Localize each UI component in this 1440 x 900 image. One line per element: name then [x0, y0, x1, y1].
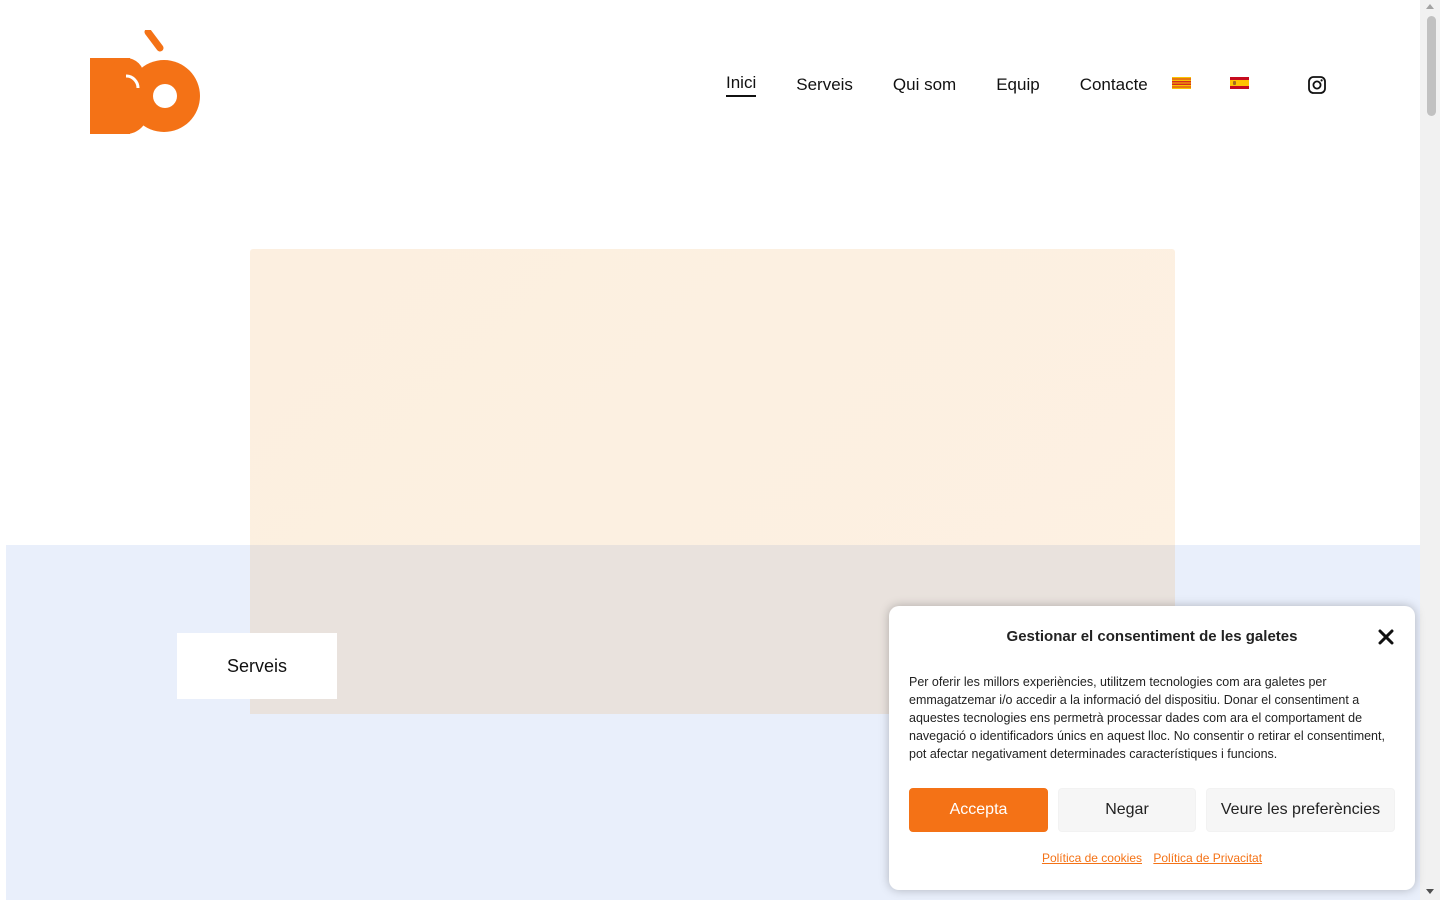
- scrollbar-thumb[interactable]: [1427, 16, 1436, 116]
- serveis-button[interactable]: Serveis: [177, 633, 337, 699]
- spanish-flag-icon[interactable]: [1230, 77, 1249, 89]
- cookie-dialog-text: Per oferir les millors experiències, uti…: [909, 675, 1385, 761]
- main-nav: Inici Serveis Qui som Equip Contacte: [726, 72, 1188, 97]
- cookie-dialog-title: Gestionar el consentiment de les galetes: [1006, 628, 1298, 645]
- scrollbar[interactable]: [1420, 0, 1440, 900]
- close-icon[interactable]: [1377, 628, 1395, 646]
- instagram-icon[interactable]: [1307, 75, 1327, 95]
- nav-item-contacte[interactable]: Contacte: [1080, 74, 1148, 96]
- privacy-policy-link[interactable]: Política de Privacitat: [1153, 851, 1262, 865]
- site-logo[interactable]: [88, 30, 204, 138]
- scroll-up-arrow-icon[interactable]: [1426, 4, 1434, 9]
- deny-button[interactable]: Negar: [1058, 788, 1196, 832]
- cookie-policy-links: Política de cookies Política de Privacit…: [889, 851, 1415, 865]
- accept-button[interactable]: Accepta: [909, 788, 1048, 832]
- nav-item-equip[interactable]: Equip: [996, 74, 1039, 96]
- nav-item-qui-som[interactable]: Qui som: [893, 74, 956, 96]
- catalan-flag-icon[interactable]: [1172, 77, 1191, 89]
- view-preferences-button[interactable]: Veure les preferències: [1206, 788, 1395, 832]
- nav-item-serveis[interactable]: Serveis: [796, 74, 853, 96]
- nav-item-inici[interactable]: Inici: [726, 72, 757, 97]
- cookie-consent-dialog: Gestionar el consentiment de les galetes…: [889, 606, 1415, 890]
- scroll-down-arrow-icon[interactable]: [1426, 889, 1434, 894]
- cookie-policy-link[interactable]: Política de cookies: [1042, 851, 1142, 865]
